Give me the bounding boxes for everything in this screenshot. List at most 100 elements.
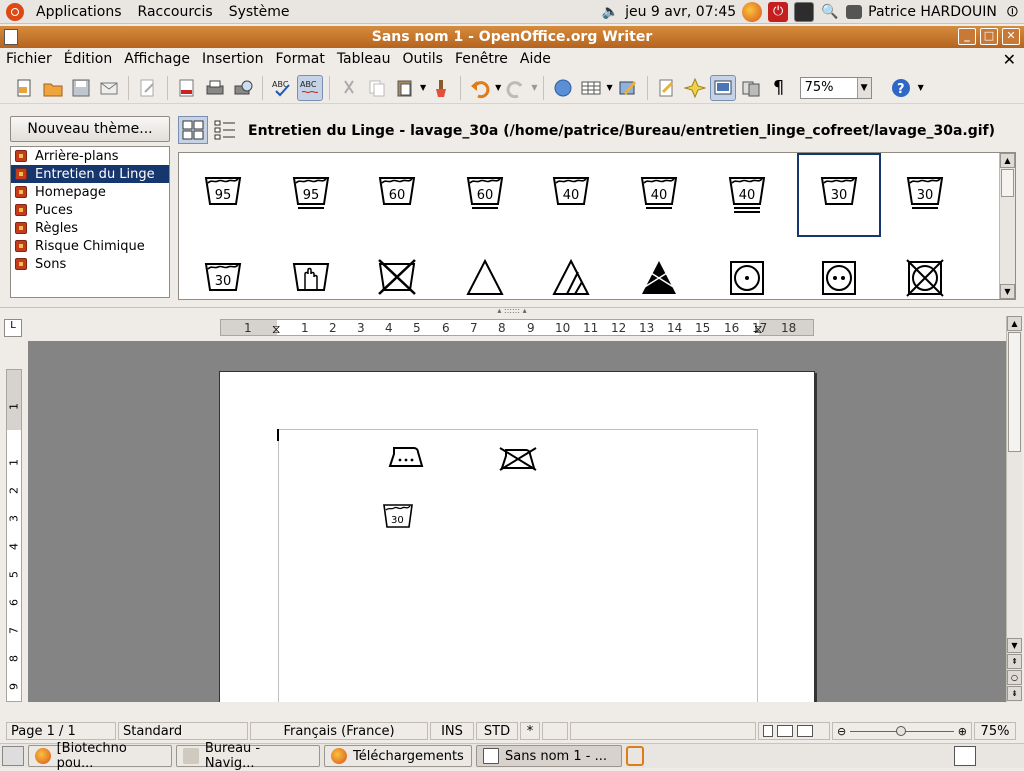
writer-app-icon[interactable] [4,29,18,45]
print-icon[interactable] [202,75,228,101]
email-icon[interactable] [96,75,122,101]
columns-page-icon[interactable] [777,725,793,737]
find-replace-icon[interactable] [654,75,680,101]
gallery-item-wash-95[interactable]: 95 [181,153,265,237]
hyperlink-icon[interactable] [550,75,576,101]
task-firefox-biotechno[interactable]: [Biotechno pou... [28,741,172,771]
spellcheck-icon[interactable]: ABC [269,75,295,101]
shortcuts-menu[interactable]: Raccourcis [130,4,221,20]
gallery-item-wash-40[interactable]: 40 [529,153,613,237]
gallery-item-triangle-lines[interactable] [529,239,613,299]
page-indicator[interactable]: Page 1 / 1 [6,722,116,740]
undo-icon[interactable] [467,75,493,101]
gallery-item-wash-60[interactable]: 60 [443,153,527,237]
applications-menu[interactable]: Applications [28,4,130,20]
zoom-in-icon[interactable]: ⊕ [958,725,967,738]
document-scrollbar[interactable]: ▲ ▼ ⇞ ○ ⇟ [1006,316,1022,702]
gallery-item-wash-95[interactable]: 95 [269,153,353,237]
single-page-icon[interactable] [763,725,773,737]
language-indicator[interactable]: Français (France) [250,722,428,740]
formatting-marks-icon[interactable]: ¶ [766,75,792,101]
menu-tools[interactable]: Outils [396,51,448,67]
shutdown-icon[interactable]: ⏼ [1007,4,1018,20]
theme-item[interactable]: Risque Chimique [11,237,169,255]
data-sources-icon[interactable] [738,75,764,101]
window-titlebar[interactable]: Sans nom 1 - OpenOffice.org Writer _ □ ✕ [0,26,1024,48]
gallery-item-wash-40[interactable]: 40 [705,153,789,237]
modified-indicator[interactable]: * [520,722,540,740]
wash-30-image[interactable]: 30 [382,502,414,530]
vertical-ruler[interactable]: 1 1 2 3 4 5 6 7 8 9 [4,341,24,702]
print-preview-icon[interactable] [230,75,256,101]
theme-item[interactable]: Puces [11,201,169,219]
iron-image[interactable] [388,444,426,470]
scroll-down-icon[interactable]: ▼ [1000,284,1015,299]
gallery-item-wash-60[interactable]: 60 [355,153,439,237]
show-desktop-icon[interactable] [2,746,24,766]
theme-item[interactable]: Sons [11,255,169,273]
gallery-item-no-wash[interactable] [355,239,439,299]
scrollbar-thumb[interactable] [1001,169,1014,197]
ruler-strip[interactable]: 1 1 2 3 4 5 6 7 8 9 10 11 12 13 14 15 16 17 18 ⧖ ⧖ [220,319,814,336]
gallery-icon[interactable] [709,74,736,101]
user-name[interactable]: Patrice HARDOUIN [868,4,997,20]
network-icon[interactable] [846,5,863,19]
close-window-button[interactable]: ✕ [1002,28,1020,45]
book-page-icon[interactable] [797,725,813,737]
zoom-out-icon[interactable]: ⊖ [837,725,846,738]
gallery-item-triangle[interactable] [443,239,527,299]
save-icon[interactable] [68,75,94,101]
table-dropdown-icon[interactable]: ▼ [606,83,612,92]
gallery-items-pane[interactable]: ▲ ▼ 95 95 60 60 40 40 40 30 30 30 [178,152,1016,300]
copy-icon[interactable] [364,75,390,101]
navigator-icon[interactable] [682,75,708,101]
menu-window[interactable]: Fenêtre [449,51,514,67]
no-iron-image[interactable] [498,444,538,474]
workspace-switcher[interactable] [954,746,976,766]
system-menu[interactable]: Système [221,4,298,20]
maximize-button[interactable]: □ [980,28,998,45]
scrollbar-thumb[interactable] [1008,332,1021,452]
zoom-slider-thumb[interactable] [895,725,906,736]
show-draw-functions-icon[interactable] [615,75,641,101]
toolbar-overflow-icon[interactable]: ▼ [918,83,924,92]
menu-table[interactable]: Tableau [331,51,397,67]
scroll-down-icon[interactable]: ▼ [1007,638,1022,653]
theme-item[interactable]: Règles [11,219,169,237]
trash-icon[interactable] [626,746,644,766]
task-file-browser[interactable]: Bureau - Navig... [176,741,320,771]
new-document-icon[interactable] [12,75,38,101]
right-indent-marker[interactable]: ⧖ [754,322,762,337]
export-pdf-icon[interactable] [174,75,200,101]
zoom-slider-track[interactable] [850,725,954,736]
icon-view-button[interactable] [178,116,208,144]
terminal-icon[interactable] [794,2,815,22]
page-style[interactable]: Standard [118,722,248,740]
detailed-view-button[interactable] [210,116,240,144]
scroll-up-icon[interactable]: ▲ [1000,153,1015,168]
redo-icon[interactable] [503,75,529,101]
task-downloads[interactable]: Téléchargements [324,745,472,767]
cut-icon[interactable] [336,75,362,101]
menu-edit[interactable]: Édition [58,51,118,67]
insert-mode[interactable]: INS [430,722,474,740]
menu-file[interactable]: Fichier [0,51,58,67]
table-icon[interactable] [578,75,604,101]
zoom-dropdown-icon[interactable]: ▼ [856,77,871,98]
gallery-splitter[interactable]: ▴ :::::: ▴ [0,307,1024,315]
document-area[interactable]: 30 [28,341,1006,702]
volume-icon[interactable]: 🔈 [602,4,619,20]
scroll-up-icon[interactable]: ▲ [1007,316,1022,331]
firefox-icon[interactable] [742,2,763,22]
autospellcheck-icon[interactable]: ABC [297,74,323,101]
document-page[interactable]: 30 [219,371,815,702]
gallery-item-hand[interactable] [269,239,353,299]
previous-page-icon[interactable]: ⇞ [1007,654,1022,669]
gallery-scrollbar[interactable]: ▲ ▼ [999,153,1015,299]
zoom-percentage[interactable]: 75% [974,722,1016,740]
clock[interactable]: jeu 9 avr, 07:45 [625,4,736,20]
open-folder-icon[interactable] [40,75,66,101]
gallery-item-wash-30[interactable]: 30 [883,153,967,237]
theme-item[interactable]: Entretien du Linge [11,165,169,183]
task-writer[interactable]: Sans nom 1 - ... [476,745,622,767]
